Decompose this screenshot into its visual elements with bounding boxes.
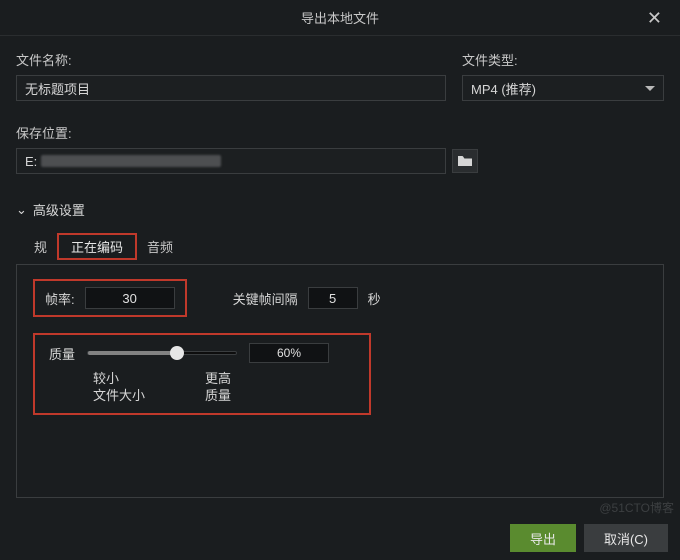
slider-thumb[interactable] bbox=[170, 346, 184, 360]
dialog-title: 导出本地文件 bbox=[301, 8, 379, 27]
export-button[interactable]: 导出 bbox=[510, 524, 576, 552]
dialog-body: 文件名称: 文件类型: MP4 (推荐) 保存位置: E: bbox=[0, 36, 680, 508]
save-location-label: 保存位置: bbox=[16, 123, 664, 142]
filetype-select[interactable]: MP4 (推荐) bbox=[462, 75, 664, 101]
framerate-label: 帧率: bbox=[45, 289, 75, 308]
filetype-field: 文件类型: MP4 (推荐) bbox=[462, 50, 664, 101]
framerate-input[interactable] bbox=[85, 287, 175, 309]
tab-audio[interactable]: 音频 bbox=[139, 233, 181, 260]
advanced-toggle[interactable]: ⌄ 高级设置 bbox=[16, 200, 664, 219]
quality-max-label: 更高 质量 bbox=[205, 371, 231, 405]
filename-input[interactable] bbox=[16, 75, 446, 101]
quality-percent: 60% bbox=[249, 343, 329, 363]
filetype-value: MP4 (推荐) bbox=[471, 79, 536, 98]
keyframe-label: 关键帧间隔 bbox=[233, 289, 298, 308]
advanced-label: 高级设置 bbox=[33, 200, 85, 219]
tab-spec-partial[interactable]: 规 bbox=[26, 233, 55, 260]
cancel-button[interactable]: 取消(C) bbox=[584, 524, 668, 552]
save-location-input[interactable]: E: bbox=[16, 148, 446, 174]
save-path-prefix: E: bbox=[25, 154, 37, 169]
slider-fill bbox=[88, 351, 177, 355]
titlebar: 导出本地文件 ✕ bbox=[0, 0, 680, 36]
chevron-down-icon: ⌄ bbox=[16, 202, 27, 218]
quality-slider[interactable] bbox=[87, 351, 237, 355]
watermark: @51CTO博客 bbox=[599, 499, 674, 516]
filename-field: 文件名称: bbox=[16, 50, 446, 101]
keyframe-unit: 秒 bbox=[368, 289, 381, 308]
highlight-quality: 质量 60% 较小 文件大小 更高 质量 bbox=[33, 333, 371, 415]
encoding-panel: 帧率: 关键帧间隔 秒 质量 60% 较小 文件大小 bbox=[16, 264, 664, 498]
browse-button[interactable] bbox=[452, 149, 478, 173]
footer: 导出 取消(C) bbox=[0, 516, 680, 560]
folder-icon bbox=[457, 154, 473, 168]
tabs: 规 正在编码 音频 bbox=[16, 233, 664, 260]
filename-label: 文件名称: bbox=[16, 50, 446, 69]
quality-min-label: 较小 文件大小 bbox=[93, 371, 145, 405]
keyframe-input[interactable] bbox=[308, 287, 358, 309]
highlight-encoding-tab: 正在编码 bbox=[57, 233, 137, 260]
close-icon[interactable]: ✕ bbox=[641, 6, 668, 31]
filetype-label: 文件类型: bbox=[462, 50, 664, 69]
chevron-down-icon bbox=[645, 86, 655, 91]
quality-label: 质量 bbox=[49, 344, 75, 363]
tab-encoding[interactable]: 正在编码 bbox=[63, 236, 131, 259]
save-location-field: 保存位置: E: bbox=[16, 123, 664, 174]
highlight-framerate: 帧率: bbox=[33, 279, 187, 317]
save-path-redacted bbox=[41, 155, 221, 167]
